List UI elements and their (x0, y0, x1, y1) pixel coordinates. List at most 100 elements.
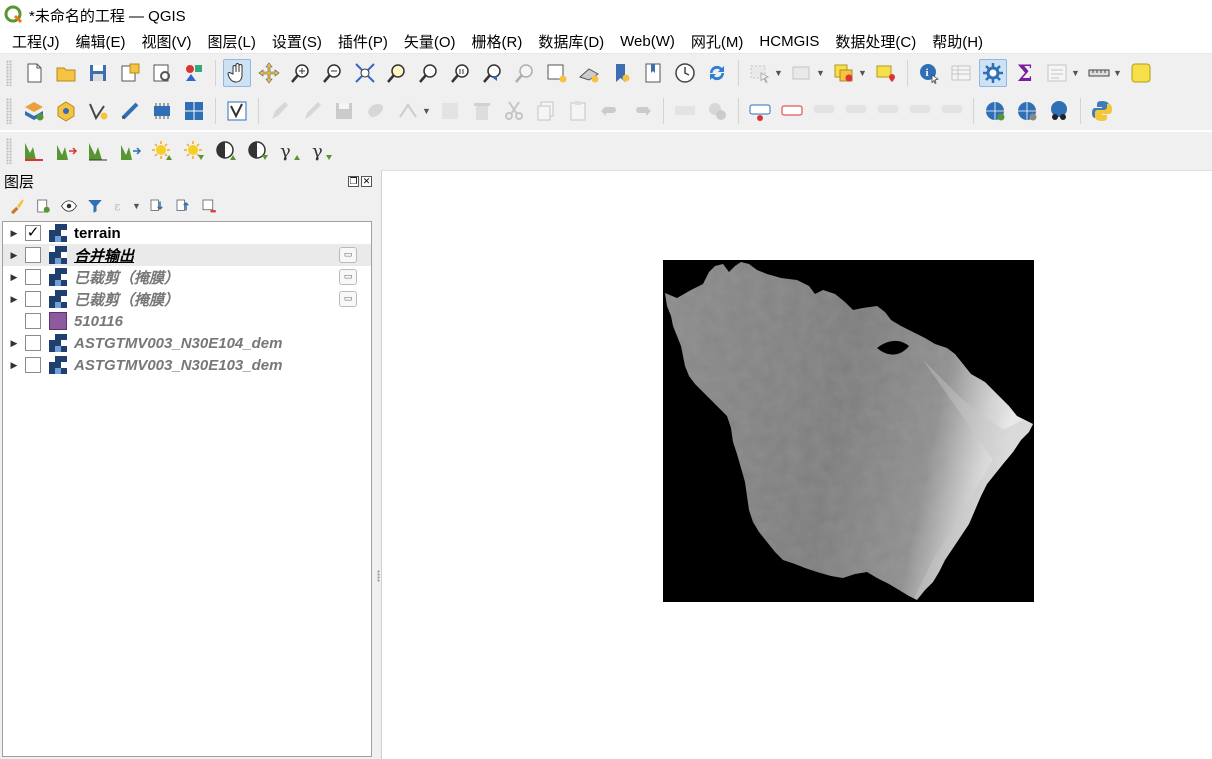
new-virtual-layer-icon[interactable] (180, 97, 208, 125)
layer-diagram-options-icon[interactable] (703, 97, 731, 125)
menu-settings[interactable]: 设置(S) (264, 31, 330, 52)
redo-icon[interactable] (628, 97, 656, 125)
histogram-stretch-icon[interactable] (20, 137, 48, 165)
new-print-layout-icon[interactable] (116, 59, 144, 87)
open-project-icon[interactable] (52, 59, 80, 87)
change-label-icon[interactable] (938, 97, 966, 125)
filter-legend-by-expression-icon[interactable]: ε (109, 194, 133, 218)
chevron-down-icon[interactable]: ▼ (816, 68, 826, 78)
increase-brightness-icon[interactable] (148, 137, 176, 165)
zoom-native-resolution-icon[interactable] (447, 59, 475, 87)
layer-visibility-checkbox[interactable] (25, 291, 41, 307)
delete-selected-icon[interactable] (468, 97, 496, 125)
zoom-full-icon[interactable] (351, 59, 379, 87)
layer-visibility-checkbox[interactable] (25, 335, 41, 351)
chevron-down-icon[interactable]: ▼ (422, 106, 432, 116)
add-wfs-layer-icon[interactable] (1013, 97, 1041, 125)
layer-visibility-checkbox[interactable]: ✓ (25, 225, 41, 241)
toggle-editing-icon[interactable] (298, 97, 326, 125)
refresh-icon[interactable] (703, 59, 731, 87)
layer-visibility-checkbox[interactable] (25, 357, 41, 373)
menu-vector[interactable]: 矢量(O) (396, 31, 464, 52)
cumulative-cut-stretch-icon[interactable] (84, 137, 112, 165)
show-bookmarks-icon[interactable] (639, 59, 667, 87)
new-temporary-scratch-layer-icon[interactable] (148, 97, 176, 125)
layer-row-clipped-mask-2[interactable]: ▶ 已裁剪（掩膜） ▭ (3, 288, 371, 310)
close-panel-icon[interactable]: ✕ (361, 175, 372, 187)
layer-labeling-options-icon[interactable] (671, 97, 699, 125)
chevron-down-icon[interactable]: ▼ (132, 201, 142, 211)
float-panel-icon[interactable]: ❐ (348, 175, 359, 187)
new-shapefile-layer-icon[interactable] (84, 97, 112, 125)
identify-features-icon[interactable]: i (915, 59, 943, 87)
menu-layer[interactable]: 图层(L) (200, 31, 264, 52)
new-geopackage-layer-icon[interactable] (52, 97, 80, 125)
zoom-to-selection-icon[interactable] (383, 59, 411, 87)
map-canvas[interactable] (381, 170, 1212, 759)
menu-processing[interactable]: 数据处理(C) (827, 31, 924, 52)
current-edits-icon[interactable] (266, 97, 294, 125)
rotate-label-icon[interactable] (906, 97, 934, 125)
new-bookmark-icon[interactable] (607, 59, 635, 87)
modify-attributes-icon[interactable] (436, 97, 464, 125)
expand-arrow-icon[interactable]: ▶ (3, 338, 25, 349)
toggle-label-display-icon[interactable] (778, 97, 806, 125)
highlight-pinned-labels-icon[interactable] (746, 97, 774, 125)
undo-icon[interactable] (596, 97, 624, 125)
chevron-down-icon[interactable]: ▼ (858, 68, 868, 78)
expand-arrow-icon[interactable]: ▶ (3, 272, 25, 283)
layer-row-terrain[interactable]: ▶ ✓ terrain (3, 222, 371, 244)
menu-web[interactable]: Web(W) (612, 33, 683, 50)
zoom-next-icon[interactable] (511, 59, 539, 87)
menu-plugins[interactable]: 插件(P) (330, 31, 396, 52)
expand-arrow-icon[interactable]: ▶ (3, 250, 25, 261)
python-console-icon[interactable] (1088, 97, 1116, 125)
decrease-gamma-icon[interactable]: γ (308, 137, 336, 165)
select-features-icon[interactable] (746, 59, 774, 87)
save-project-icon[interactable] (84, 59, 112, 87)
increase-gamma-icon[interactable]: γ (276, 137, 304, 165)
expand-all-icon[interactable] (145, 194, 169, 218)
filter-legend-icon[interactable] (83, 194, 107, 218)
move-label-icon[interactable] (874, 97, 902, 125)
collapse-all-icon[interactable] (171, 194, 195, 218)
chevron-down-icon[interactable]: ▼ (1113, 68, 1123, 78)
add-feature-icon[interactable] (362, 97, 390, 125)
layer-visibility-checkbox[interactable] (25, 269, 41, 285)
text-annotation-icon[interactable] (1127, 59, 1155, 87)
cumulative-cut-stretch-canvas-icon[interactable] (116, 137, 144, 165)
toolbar-grip[interactable] (6, 98, 12, 124)
layer-row-astgtm-n30e103[interactable]: ▶ ASTGTMV003_N30E103_dem (3, 354, 371, 376)
open-attribute-table-icon[interactable] (947, 59, 975, 87)
add-wms-layer-icon[interactable] (981, 97, 1009, 125)
select-by-location-icon[interactable] (872, 59, 900, 87)
new-project-icon[interactable] (20, 59, 48, 87)
layer-visibility-checkbox[interactable] (25, 313, 41, 329)
temporary-layer-indicator-icon[interactable]: ▭ (339, 291, 357, 307)
new-3d-map-view-icon[interactable] (575, 59, 603, 87)
open-field-calculator-icon[interactable] (223, 97, 251, 125)
menu-hcmgis[interactable]: HCMGIS (751, 33, 827, 50)
layer-row-510116[interactable]: ▶ 510116 (3, 310, 371, 332)
new-spatialite-layer-icon[interactable] (116, 97, 144, 125)
menu-mesh[interactable]: 网孔(M) (683, 31, 752, 52)
temporal-controller-icon[interactable] (671, 59, 699, 87)
layer-row-merged-output[interactable]: ▶ 合并输出 ▭ (3, 244, 371, 266)
processing-toolbox-icon[interactable] (979, 59, 1007, 87)
cut-features-icon[interactable] (500, 97, 528, 125)
data-source-manager-icon[interactable] (20, 97, 48, 125)
toolbar-grip[interactable] (6, 60, 12, 86)
chevron-down-icon[interactable]: ▼ (1071, 68, 1081, 78)
zoom-out-icon[interactable] (319, 59, 347, 87)
increase-contrast-icon[interactable] (212, 137, 240, 165)
remove-layer-icon[interactable] (197, 194, 221, 218)
new-map-view-icon[interactable] (543, 59, 571, 87)
expand-arrow-icon[interactable]: ▶ (3, 228, 25, 239)
pin-unpin-labels-icon[interactable] (810, 97, 838, 125)
layer-row-astgtm-n30e104[interactable]: ▶ ASTGTMV003_N30E104_dem (3, 332, 371, 354)
add-group-icon[interactable] (31, 194, 55, 218)
statistical-summary-icon[interactable]: Σ (1011, 59, 1039, 87)
manage-map-themes-icon[interactable] (57, 194, 81, 218)
paste-features-icon[interactable] (564, 97, 592, 125)
open-layer-styling-icon[interactable] (5, 194, 29, 218)
